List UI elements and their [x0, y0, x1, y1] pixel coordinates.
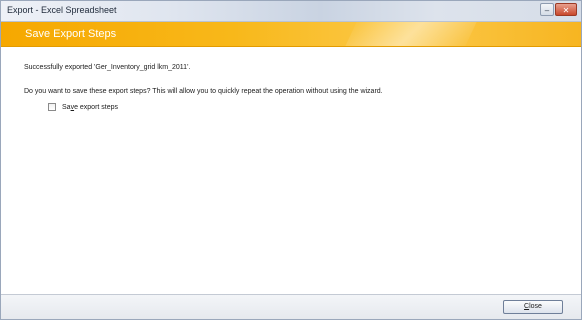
export-wizard-window: Export - Excel Spreadsheet – ✕ Save Expo…	[0, 0, 582, 320]
minimize-icon[interactable]: –	[540, 3, 554, 16]
window-title: Export - Excel Spreadsheet	[7, 5, 117, 15]
wizard-footer: Close	[1, 294, 581, 319]
save-steps-question: Do you want to save these export steps? …	[24, 88, 383, 95]
close-window-icon[interactable]: ✕	[555, 3, 577, 16]
wizard-content: Successfully exported 'Ger_Inventory_gri…	[1, 47, 581, 295]
wizard-header-title: Save Export Steps	[25, 28, 117, 40]
save-export-steps-option[interactable]: Save export steps	[48, 103, 118, 111]
save-export-steps-checkbox[interactable]	[48, 103, 56, 111]
header-decoration	[340, 22, 482, 46]
title-bar[interactable]: Export - Excel Spreadsheet – ✕	[1, 1, 581, 22]
success-message: Successfully exported 'Ger_Inventory_gri…	[24, 64, 191, 71]
wizard-header: Save Export Steps	[1, 22, 581, 47]
save-export-steps-label[interactable]: Save export steps	[62, 104, 118, 111]
close-button[interactable]: Close	[503, 300, 563, 314]
window-controls: – ✕	[539, 3, 577, 18]
